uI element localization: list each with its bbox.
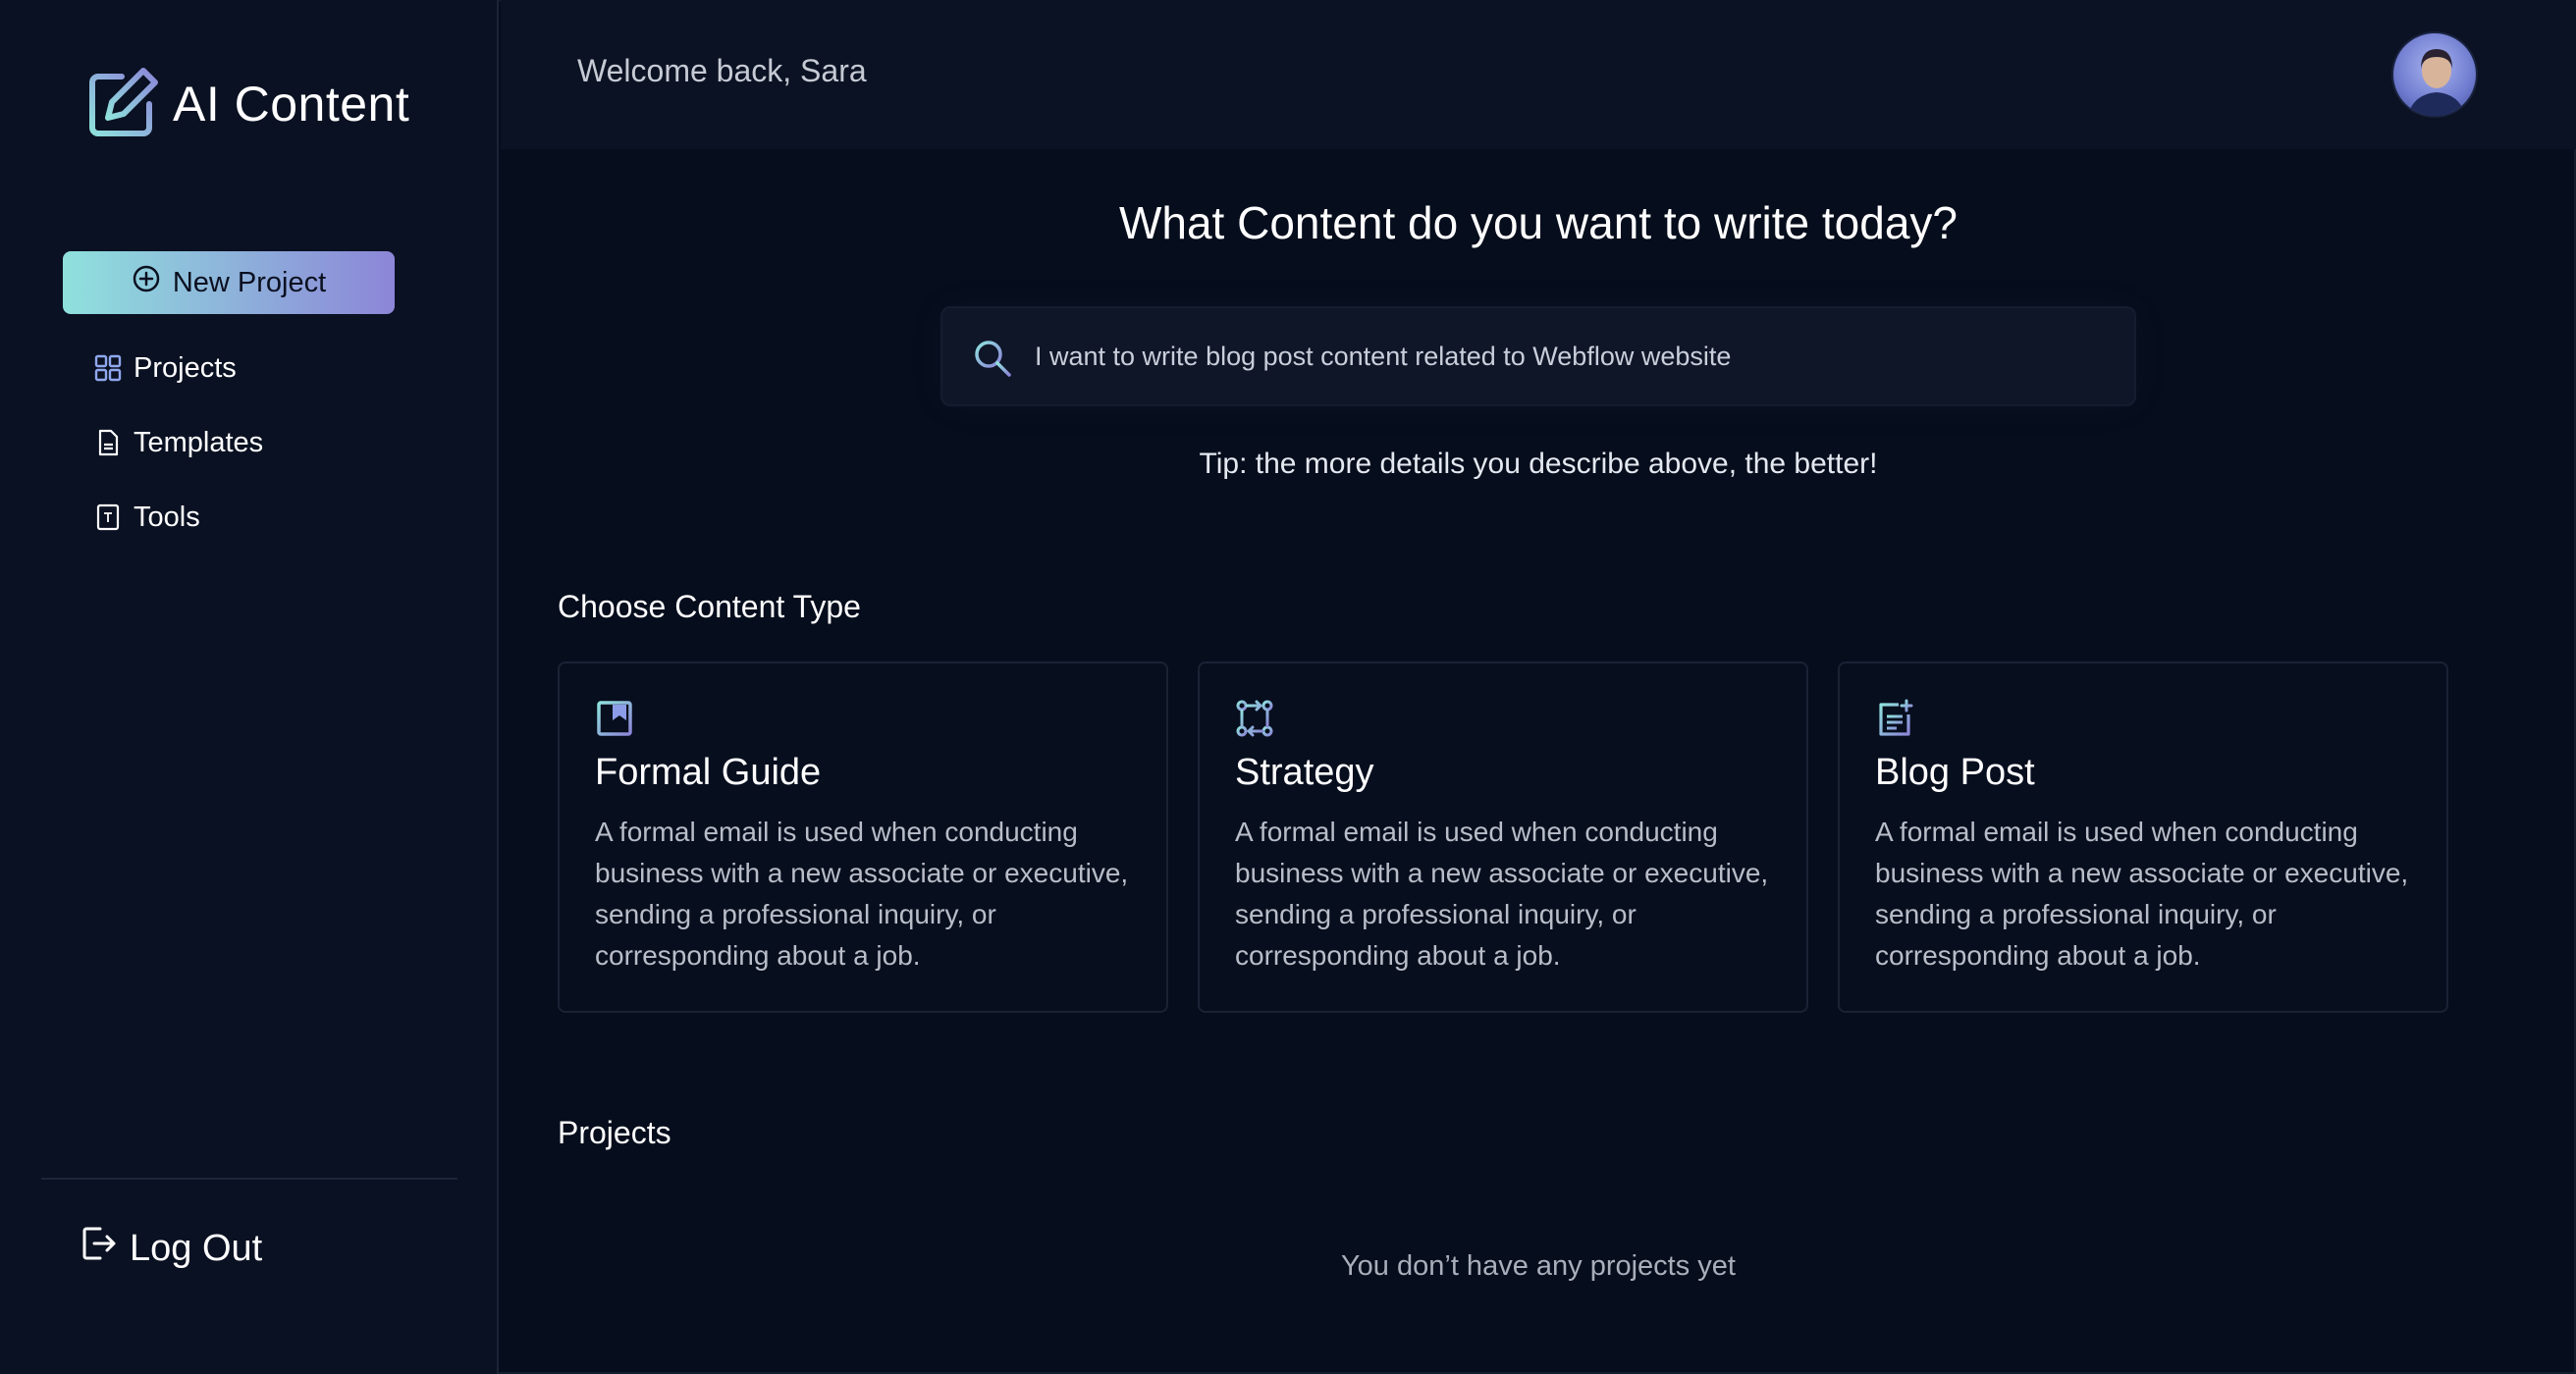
tip-text: Tip: the more details you describe above… bbox=[1199, 448, 1878, 480]
logout-button[interactable]: Log Out bbox=[80, 1225, 262, 1272]
new-project-button[interactable]: New Project bbox=[63, 251, 395, 314]
card-title: Blog Post bbox=[1875, 752, 2035, 793]
sidebar-item-tools[interactable]: Tools bbox=[94, 495, 263, 540]
card-blog-post[interactable]: Blog Post A formal email is used when co… bbox=[1838, 661, 2448, 1013]
tool-icon bbox=[94, 503, 122, 531]
logout-label: Log Out bbox=[130, 1227, 263, 1269]
content-type-cards: Formal Guide A formal email is used when… bbox=[558, 661, 2448, 1013]
card-description: A formal email is used when conducting b… bbox=[1875, 817, 2409, 971]
top-header: Welcome back, Sara bbox=[501, 0, 2576, 149]
projects-heading: Projects bbox=[558, 1115, 671, 1150]
plus-circle-icon bbox=[132, 264, 161, 301]
card-strategy[interactable]: Strategy A formal email is used when con… bbox=[1198, 661, 1808, 1013]
card-description: A formal email is used when conducting b… bbox=[595, 817, 1129, 971]
document-icon bbox=[94, 429, 122, 456]
sidebar-item-projects[interactable]: Projects bbox=[94, 345, 263, 391]
projects-empty-state: You don’t have any projects yet bbox=[1341, 1250, 1736, 1282]
sidebar-item-templates[interactable]: Templates bbox=[94, 420, 263, 465]
app-logo[interactable]: AI Content bbox=[86, 63, 409, 145]
search-icon bbox=[972, 338, 1013, 384]
app-name: AI Content bbox=[173, 77, 410, 132]
sidebar-item-label: Tools bbox=[134, 501, 200, 533]
logout-icon bbox=[80, 1225, 118, 1272]
git-compare-icon bbox=[1235, 699, 1274, 738]
search-bar[interactable] bbox=[940, 306, 2136, 406]
sidebar-item-label: Templates bbox=[134, 426, 264, 458]
grid-icon bbox=[94, 354, 122, 382]
card-title: Strategy bbox=[1235, 752, 1374, 793]
sidebar-nav: Projects Templates Tools bbox=[94, 345, 263, 569]
sidebar-item-label: Projects bbox=[134, 351, 237, 384]
card-description: A formal email is used when conducting b… bbox=[1235, 817, 1769, 971]
search-input[interactable] bbox=[1035, 342, 2095, 372]
content-type-heading: Choose Content Type bbox=[558, 589, 861, 624]
new-project-label: New Project bbox=[172, 266, 327, 298]
edit-logo-icon bbox=[86, 65, 161, 144]
page-title: What Content do you want to write today? bbox=[1118, 197, 1959, 248]
card-formal-guide[interactable]: Formal Guide A formal email is used when… bbox=[558, 661, 1168, 1013]
welcome-message: Welcome back, Sara bbox=[577, 53, 867, 88]
bookmark-icon bbox=[595, 699, 634, 738]
note-add-icon bbox=[1875, 699, 1914, 738]
avatar[interactable] bbox=[2391, 31, 2478, 118]
sidebar-divider bbox=[41, 1178, 457, 1180]
card-title: Formal Guide bbox=[595, 752, 822, 793]
sidebar: AI Content New Project Projects Template… bbox=[0, 0, 499, 1374]
